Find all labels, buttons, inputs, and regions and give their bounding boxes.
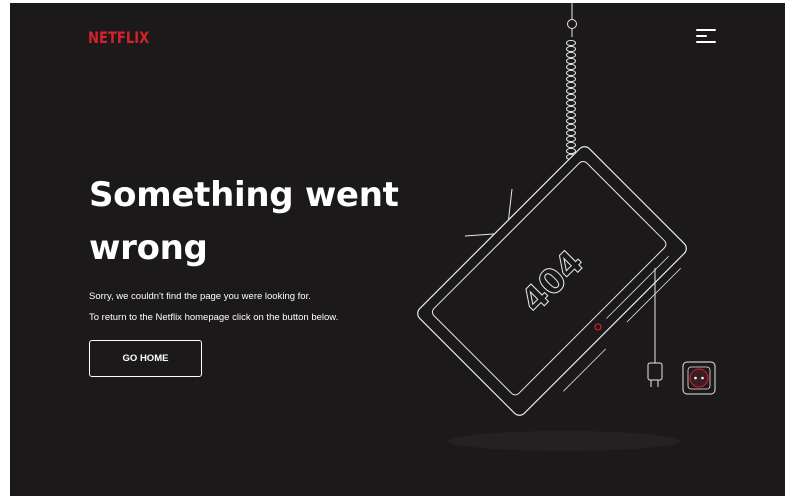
cable-coil [566, 93, 576, 101]
cable-coil [566, 51, 576, 59]
cable-coil [566, 69, 576, 77]
cable-coil [566, 75, 576, 83]
cable-coil [566, 81, 576, 89]
error-page: NETFLIX Something went wrong Sorry, we c… [10, 3, 785, 496]
cable-coil [566, 135, 576, 143]
cable-coil [566, 63, 576, 71]
floor-shadow [448, 431, 680, 451]
broken-tv-illustration: 404 [417, 3, 716, 451]
cable-coil [566, 129, 576, 137]
cable-coil [566, 117, 576, 125]
hanging-cable-icon [566, 3, 577, 168]
cable-coil [566, 147, 576, 155]
cable-coil [566, 105, 576, 113]
cable-coil [566, 39, 576, 47]
cable-coil [566, 87, 576, 95]
cable-coil [566, 111, 576, 119]
power-socket-icon [682, 361, 716, 395]
cable-coil [566, 141, 576, 149]
cable-coil [566, 99, 576, 107]
cable-coil [566, 45, 576, 53]
cable-coil [566, 57, 576, 65]
cable-coil [566, 123, 576, 131]
